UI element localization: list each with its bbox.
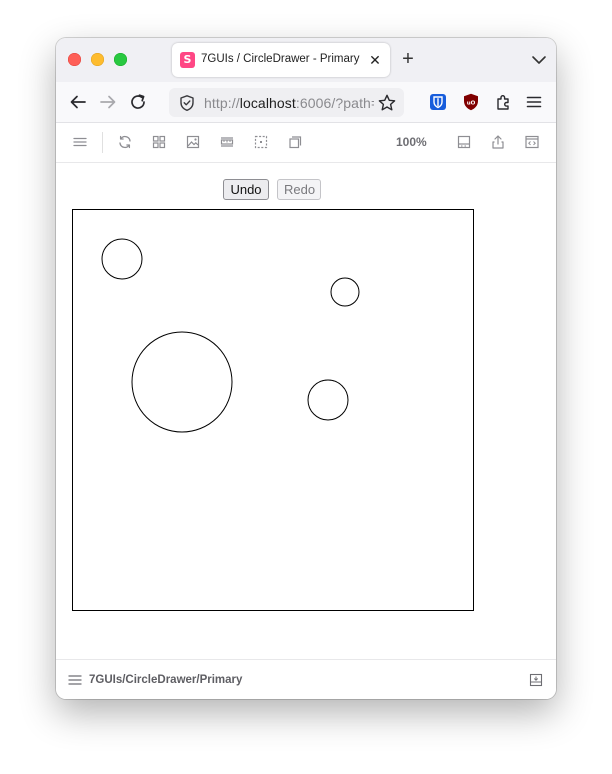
circle-1[interactable] <box>101 238 143 280</box>
storybook-favicon-icon: S <box>180 52 195 68</box>
open-in-new-window-code-icon[interactable] <box>524 134 540 150</box>
bookmark-star-icon[interactable] <box>377 93 397 113</box>
measure-ruler-icon[interactable] <box>219 134 235 150</box>
back-arrow-icon[interactable] <box>68 92 88 112</box>
minimize-window-button[interactable] <box>91 53 104 66</box>
storybook-toolbar: 100% <box>56 123 556 163</box>
story-menu-icon[interactable] <box>68 674 82 686</box>
share-icon[interactable] <box>490 134 506 150</box>
ublock-origin-extension-icon[interactable]: uO <box>461 92 481 112</box>
zoom-level[interactable]: 100% <box>396 135 427 149</box>
url-bar[interactable]: http://localhost:6006/?path=/story/7guis… <box>169 88 404 117</box>
circle-3[interactable] <box>131 331 233 433</box>
toolbar-divider <box>102 132 103 153</box>
undo-button[interactable]: Undo <box>223 179 269 200</box>
grid-icon[interactable] <box>151 134 167 150</box>
circle-2[interactable] <box>330 277 360 307</box>
circle-canvas-svg[interactable] <box>72 209 474 611</box>
forward-arrow-icon[interactable] <box>98 92 118 112</box>
url-scheme: http:// <box>204 95 240 111</box>
outline-icon[interactable] <box>253 134 269 150</box>
reload-icon[interactable] <box>128 92 148 112</box>
addons-panel-icon[interactable] <box>456 134 472 150</box>
browser-window: S 7GUIs / CircleDrawer - Primary · ✕ + h… <box>56 38 556 699</box>
circle-canvas[interactable] <box>72 209 474 611</box>
svg-text:uO: uO <box>467 101 476 107</box>
background-image-icon[interactable] <box>185 134 201 150</box>
viewport-stack-icon[interactable] <box>287 134 303 150</box>
url-path: :6006/?path=/story/7guis-circledrawer--p… <box>295 95 374 111</box>
addon-panel-toggle-icon[interactable] <box>529 673 543 687</box>
extensions-puzzle-icon[interactable] <box>494 92 514 112</box>
remount-sync-icon[interactable] <box>117 134 133 150</box>
maximize-window-button[interactable] <box>114 53 127 66</box>
story-path-label: 7GUIs/CircleDrawer/Primary <box>89 674 243 686</box>
redo-button[interactable]: Redo <box>277 179 321 200</box>
navigation-toolbar: http://localhost:6006/?path=/story/7guis… <box>56 82 556 123</box>
tab-strip: S 7GUIs / CircleDrawer - Primary · ✕ + <box>56 38 556 82</box>
tracking-protection-shield-icon[interactable] <box>178 94 196 112</box>
url-text: http://localhost:6006/?path=/story/7guis… <box>204 95 374 111</box>
close-tab-icon[interactable]: ✕ <box>366 50 384 70</box>
story-status-bar: 7GUIs/CircleDrawer/Primary <box>56 659 556 699</box>
circle-4[interactable] <box>307 379 349 421</box>
list-all-tabs-chevron-icon[interactable] <box>530 51 548 69</box>
bitwarden-extension-icon[interactable] <box>428 92 448 112</box>
sidebar-menu-icon[interactable] <box>72 134 88 150</box>
tab-circledrawer[interactable]: S 7GUIs / CircleDrawer - Primary · ✕ <box>172 43 390 77</box>
url-host: localhost <box>239 95 296 111</box>
close-window-button[interactable] <box>68 53 81 66</box>
app-menu-hamburger-icon[interactable] <box>524 92 544 112</box>
tab-title: 7GUIs / CircleDrawer - Primary · <box>201 53 363 65</box>
new-tab-button[interactable]: + <box>398 48 418 70</box>
